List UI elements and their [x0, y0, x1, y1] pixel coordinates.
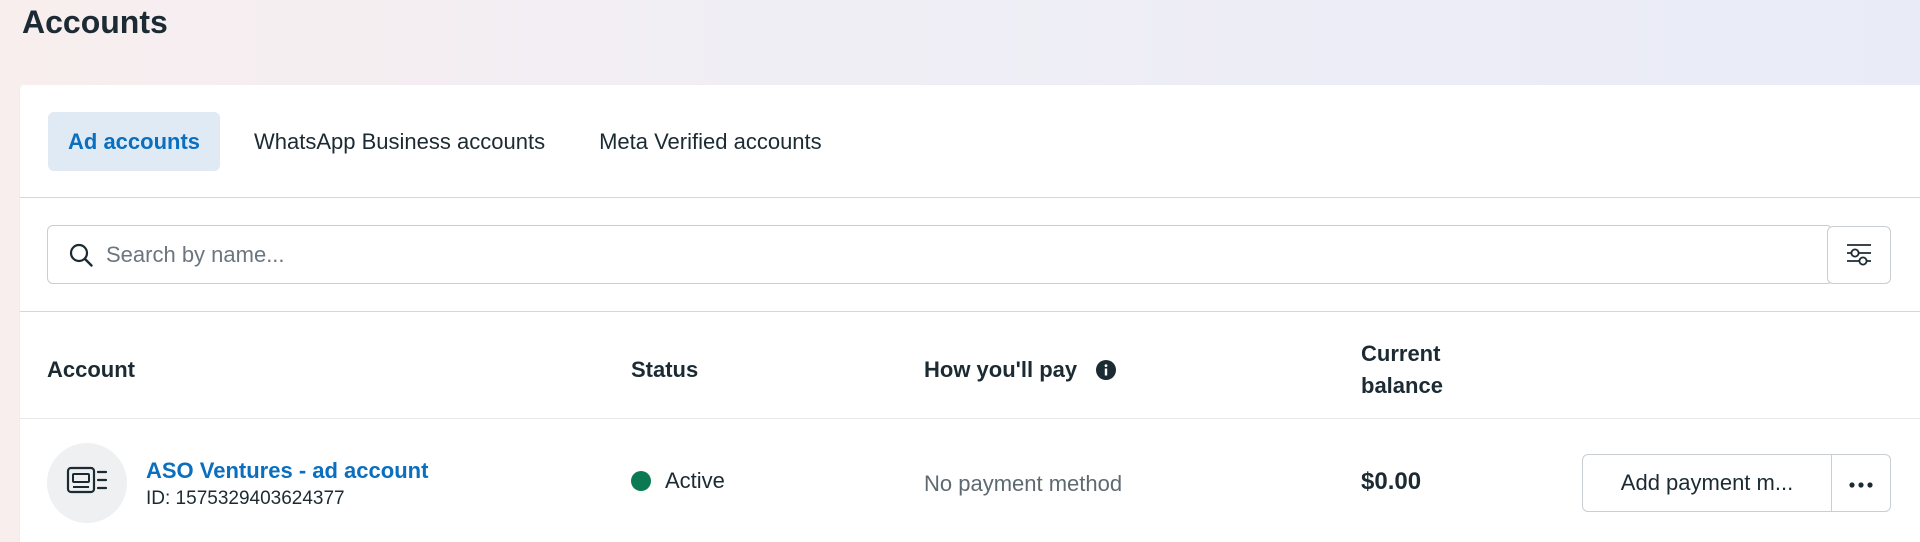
tab-whatsapp-business-accounts[interactable]: WhatsApp Business accounts	[234, 112, 565, 171]
tabs-divider	[20, 197, 1920, 198]
column-header-how-youll-pay: How you'll pay	[924, 354, 1117, 386]
search-input[interactable]	[106, 241, 1832, 268]
tab-meta-verified-accounts[interactable]: Meta Verified accounts	[579, 112, 842, 171]
filter-button[interactable]	[1827, 226, 1891, 284]
search-icon	[66, 240, 96, 270]
column-header-status: Status	[631, 357, 699, 382]
search-divider	[20, 311, 1920, 312]
current-balance-value: $0.00	[1361, 468, 1422, 495]
page-title: Accounts	[22, 4, 168, 40]
search-box[interactable]	[47, 225, 1833, 284]
tab-ad-accounts[interactable]: Ad accounts	[48, 112, 221, 171]
account-tabs: Ad accounts WhatsApp Business accounts M…	[48, 112, 856, 171]
ad-account-icon	[66, 464, 108, 503]
add-payment-method-button[interactable]: Add payment m...	[1582, 454, 1832, 512]
column-header-current-balance: Current balance	[1361, 341, 1443, 398]
accounts-card: Ad accounts WhatsApp Business accounts M…	[20, 85, 1920, 542]
payment-method-value: No payment method	[924, 471, 1123, 496]
status-label: Active	[665, 468, 725, 493]
status-dot	[631, 471, 651, 491]
column-header-account: Account	[47, 357, 135, 382]
account-avatar	[47, 443, 127, 523]
header-divider	[20, 418, 1920, 419]
info-icon[interactable]	[1095, 359, 1117, 381]
account-id: ID: 1575329403624377	[146, 488, 345, 509]
status-badge: Active	[631, 468, 725, 494]
account-name-link[interactable]: ASO Ventures - ad account	[146, 458, 428, 484]
more-options-icon	[1849, 476, 1873, 491]
filter-sliders-icon	[1845, 240, 1873, 271]
column-header-how-youll-pay-label: How you'll pay	[924, 357, 1078, 382]
more-options-button[interactable]	[1831, 454, 1891, 512]
